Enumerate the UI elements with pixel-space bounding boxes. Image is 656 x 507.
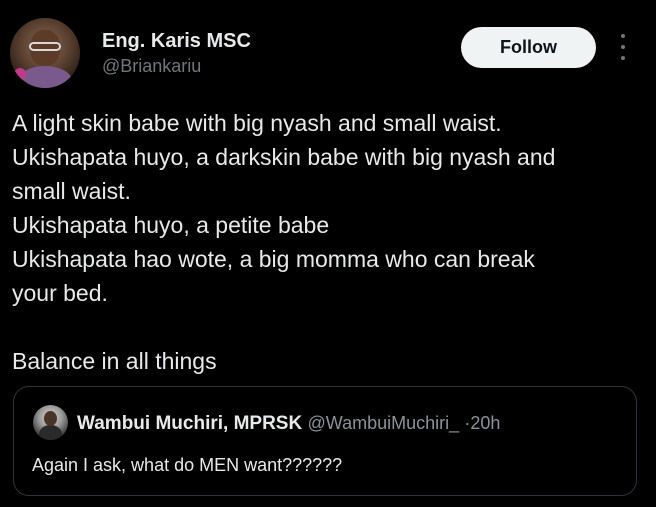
follow-button[interactable]: Follow xyxy=(461,27,596,68)
quoted-tweet-card[interactable]: Wambui Muchiri, MPRSK @WambuiMuchiri_ ·2… xyxy=(13,386,637,496)
avatar-glasses xyxy=(29,42,61,51)
more-dot xyxy=(621,45,625,49)
tweet-header: Eng. Karis MSC @Briankariu Follow xyxy=(0,0,656,96)
avatar-accent xyxy=(14,68,26,80)
quoted-tweet-time[interactable]: 20h xyxy=(470,413,500,433)
tweet-line: Ukishapata huyo, a petite babe xyxy=(12,212,330,238)
quoted-tweet-meta: Wambui Muchiri, MPRSK @WambuiMuchiri_ ·2… xyxy=(77,413,500,435)
tweet-line: Ukishapata hao wote, a big momma who can… xyxy=(12,246,535,272)
tweet-line: A light skin babe with big nyash and sma… xyxy=(12,110,502,136)
tweet-line: Balance in all things xyxy=(12,348,217,374)
tweet-text: A light skin babe with big nyash and sma… xyxy=(12,106,642,378)
quoted-tweet-text: Again I ask, what do MEN want?????? xyxy=(32,455,343,475)
avatar-shirt xyxy=(18,66,72,88)
more-options-icon[interactable] xyxy=(612,34,634,60)
tweet-line-break xyxy=(12,310,642,344)
quoted-avatar-body xyxy=(39,425,62,440)
more-dot xyxy=(621,34,625,38)
more-dot xyxy=(621,56,625,60)
tweet-line: Ukishapata huyo, a darkskin babe with bi… xyxy=(12,144,556,170)
quoted-author-handle[interactable]: @WambuiMuchiri_ xyxy=(307,413,459,433)
quoted-author-name[interactable]: Wambui Muchiri, MPRSK xyxy=(77,413,302,434)
author-avatar[interactable] xyxy=(10,18,80,88)
tweet-line: your bed. xyxy=(12,280,108,306)
author-name[interactable]: Eng. Karis MSC xyxy=(102,30,251,53)
tweet-line: small waist. xyxy=(12,178,131,204)
quoted-author-avatar[interactable] xyxy=(33,405,68,440)
quoted-avatar-face xyxy=(44,411,57,426)
author-handle[interactable]: @Briankariu xyxy=(102,56,201,77)
